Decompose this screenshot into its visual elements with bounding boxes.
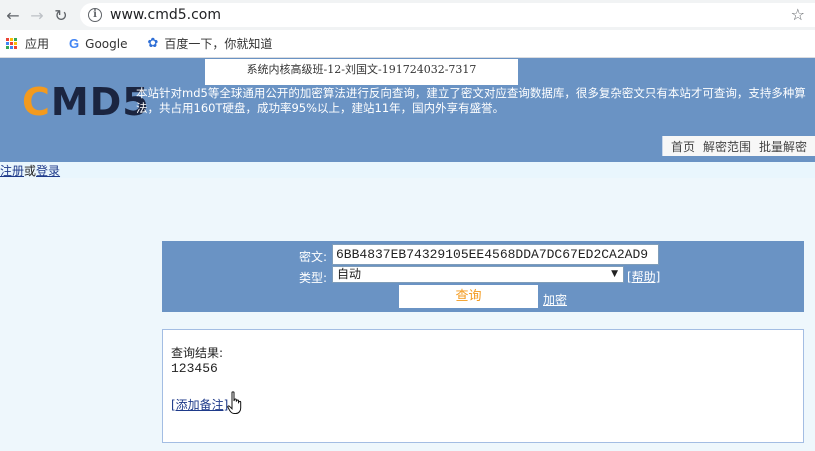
result-label: 查询结果: <box>171 346 224 360</box>
result-value: 123456 <box>171 361 218 376</box>
cipher-input[interactable]: 6BB4837EB74329105EE4568DDA7DC67ED2CA2AD9 <box>332 244 659 265</box>
bookmark-label: 应用 <box>25 37 50 51</box>
forward-arrow-icon[interactable]: → <box>26 4 48 26</box>
baidu-paw-icon: ✿ <box>147 36 159 51</box>
auth-or: 或 <box>24 164 37 178</box>
browser-toolbar: ← → ↻ i www.cmd5.com ☆ <box>0 0 815 30</box>
cipher-label: 密文: <box>299 250 328 264</box>
type-selected-value: 自动 <box>337 267 362 281</box>
bookmark-label: 百度一下，你就知道 <box>164 37 273 51</box>
reload-icon[interactable]: ↻ <box>50 4 72 26</box>
query-button[interactable]: 查询 <box>399 285 538 308</box>
nav-decrypt-range[interactable]: 解密范围 <box>703 138 751 155</box>
nav-batch-decrypt[interactable]: 批量解密 <box>759 138 807 155</box>
apps-grid-icon <box>6 38 17 49</box>
bookmark-baidu[interactable]: ✿ 百度一下，你就知道 <box>147 35 272 52</box>
add-note-link[interactable]: [添加备注] <box>171 396 228 413</box>
result-panel: 查询结果: 123456 [添加备注] <box>162 329 804 443</box>
type-label: 类型: <box>299 271 328 285</box>
site-intro: 本站针对md5等全球通用公开的加密算法进行反向查询，建立了密文对应查询数据库，很… <box>136 86 806 115</box>
bookmark-apps[interactable]: 应用 <box>6 35 49 52</box>
bookmark-star-icon[interactable]: ☆ <box>791 5 805 24</box>
encrypt-link[interactable]: 加密 <box>543 291 567 308</box>
top-nav: 首页 解密范围 批量解密 <box>661 136 815 156</box>
bookmarks-bar: 应用 G Google ✿ 百度一下，你就知道 <box>0 30 815 58</box>
watermark-overlay: 系统内核高级班-12-刘国文-191724032-7317 <box>205 59 518 85</box>
dropdown-arrow-icon[interactable]: ▼ <box>611 267 618 282</box>
nav-home[interactable]: 首页 <box>671 138 695 155</box>
bookmark-label: Google <box>85 36 128 51</box>
hand-cursor-icon <box>227 391 242 414</box>
auth-bar: 注册或登录 <box>0 162 815 178</box>
url-text: www.cmd5.com <box>110 7 221 23</box>
type-select[interactable]: 自动 ▼ <box>332 266 624 283</box>
google-g-icon: G <box>69 36 80 51</box>
register-link[interactable]: 注册 <box>0 164 24 178</box>
login-link[interactable]: 登录 <box>36 164 60 178</box>
bookmark-google[interactable]: G Google <box>69 36 127 51</box>
cmd5-logo[interactable]: CMD5 <box>22 82 150 122</box>
back-arrow-icon[interactable]: ← <box>2 4 24 26</box>
help-link[interactable]: [帮助] <box>627 268 660 285</box>
info-icon[interactable]: i <box>88 8 102 22</box>
address-bar[interactable]: i www.cmd5.com ☆ <box>80 3 815 27</box>
